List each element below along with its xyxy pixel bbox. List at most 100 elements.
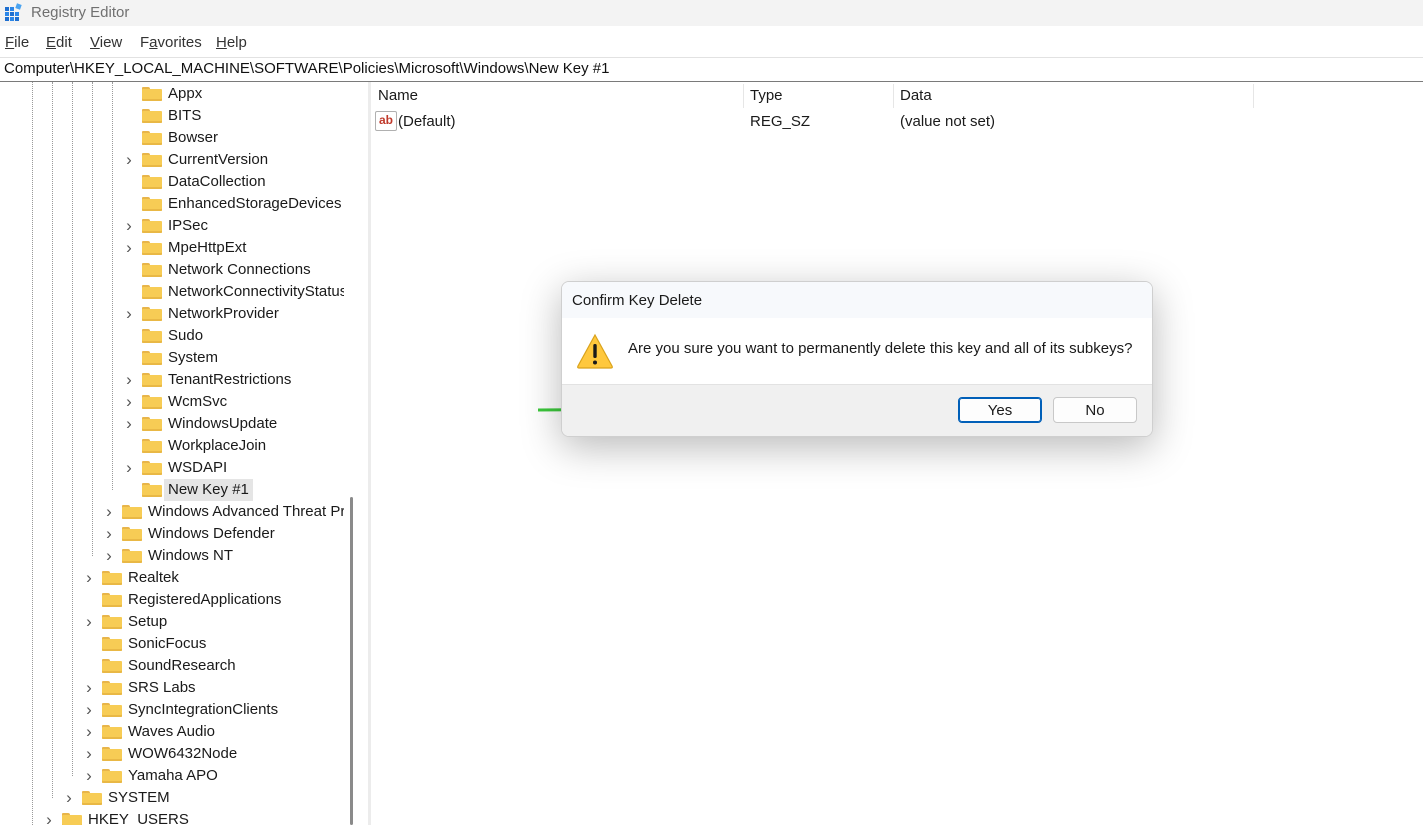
chevron-right-icon[interactable]: › xyxy=(103,523,115,545)
tree-item-label: EnhancedStorageDevices xyxy=(168,195,342,212)
address-path[interactable]: Computer\HKEY_LOCAL_MACHINE\SOFTWARE\Pol… xyxy=(4,60,609,77)
yes-button[interactable]: Yes xyxy=(958,397,1042,423)
chevron-right-icon[interactable]: › xyxy=(123,149,135,171)
folder-icon xyxy=(142,197,162,211)
folder-icon xyxy=(102,571,122,585)
chevron-right-icon[interactable]: › xyxy=(83,765,95,787)
tree-item-label: MpeHttpExt xyxy=(168,239,247,256)
tree-item-label: Yamaha APO xyxy=(128,767,218,784)
folder-icon xyxy=(142,461,162,475)
folder-icon xyxy=(142,109,162,123)
value-name: (Default) xyxy=(398,113,456,130)
folder-icon xyxy=(142,483,162,497)
folder-icon xyxy=(122,549,142,563)
chevron-right-icon[interactable]: › xyxy=(103,545,115,567)
folder-icon xyxy=(142,285,162,299)
tree-item-label: HKEY_USERS xyxy=(88,811,189,825)
tree-item-label: SYSTEM xyxy=(108,789,170,806)
menu-favorites[interactable]: Favorites xyxy=(140,34,202,51)
menu-view[interactable]: View xyxy=(90,34,122,51)
tree-item-label: NetworkConnectivityStatus xyxy=(168,283,344,300)
warning-icon xyxy=(577,333,613,369)
tree-item-label: Waves Audio xyxy=(128,723,215,740)
menu-help[interactable]: Help xyxy=(216,34,247,51)
column-divider[interactable] xyxy=(893,84,894,108)
folder-icon xyxy=(122,505,142,519)
tree-item-label: WindowsUpdate xyxy=(168,415,278,432)
chevron-right-icon[interactable]: › xyxy=(83,721,95,743)
registry-editor-icon xyxy=(5,3,22,21)
folder-icon xyxy=(142,153,162,167)
column-divider[interactable] xyxy=(1253,84,1254,108)
chevron-right-icon[interactable]: › xyxy=(83,611,95,633)
folder-icon xyxy=(102,593,122,607)
menu-file[interactable]: File xyxy=(5,34,29,51)
dialog-title-bar[interactable]: Confirm Key Delete xyxy=(562,282,1152,318)
column-header-type[interactable]: Type xyxy=(750,87,783,104)
tree-item-label: Windows Advanced Threat Pro xyxy=(148,503,344,520)
chevron-right-icon[interactable]: › xyxy=(83,567,95,589)
folder-icon xyxy=(102,725,122,739)
folder-icon xyxy=(142,131,162,145)
tree-item-label: Realtek xyxy=(128,569,179,586)
column-header-data[interactable]: Data xyxy=(900,87,932,104)
folder-icon xyxy=(142,219,162,233)
folder-icon xyxy=(142,87,162,101)
menu-bar: File Edit View Favorites Help xyxy=(0,31,1423,55)
folder-icon xyxy=(142,175,162,189)
tree-item-label: IPSec xyxy=(168,217,209,234)
chevron-right-icon[interactable]: › xyxy=(103,501,115,523)
tree-item-label: WorkplaceJoin xyxy=(168,437,267,454)
chevron-right-icon[interactable]: › xyxy=(63,787,75,809)
folder-icon xyxy=(142,263,162,277)
tree-item-label: Sudo xyxy=(168,327,204,344)
chevron-right-icon[interactable]: › xyxy=(123,237,135,259)
no-button[interactable]: No xyxy=(1053,397,1137,423)
chevron-right-icon[interactable]: › xyxy=(123,457,135,479)
chevron-right-icon[interactable]: › xyxy=(83,699,95,721)
column-header-name[interactable]: Name xyxy=(378,87,418,104)
chevron-right-icon[interactable]: › xyxy=(123,303,135,325)
chevron-right-icon[interactable]: › xyxy=(83,743,95,765)
chevron-right-icon[interactable]: › xyxy=(123,369,135,391)
folder-icon xyxy=(102,615,122,629)
chevron-right-icon[interactable]: › xyxy=(43,809,55,825)
tree-item-label: SyncIntegrationClients xyxy=(128,701,279,718)
folder-icon xyxy=(142,395,162,409)
tree-item-label: SoundResearch xyxy=(128,657,236,674)
folder-icon xyxy=(102,703,122,717)
dialog-title: Confirm Key Delete xyxy=(572,292,703,309)
value-data: (value not set) xyxy=(900,113,996,130)
tree-item-label: WcmSvc xyxy=(168,393,228,410)
tree-scrollbar-thumb[interactable] xyxy=(350,497,353,825)
folder-icon xyxy=(142,439,162,453)
address-bar[interactable]: Computer\HKEY_LOCAL_MACHINE\SOFTWARE\Pol… xyxy=(0,57,1423,82)
tree-item-label: NetworkProvider xyxy=(168,305,279,322)
key-tree[interactable]: Appx BITS Bowser › CurrentVersion DataCollect… xyxy=(0,82,344,825)
folder-icon xyxy=(82,791,102,805)
menu-edit[interactable]: Edit xyxy=(46,34,72,51)
chevron-right-icon[interactable]: › xyxy=(123,215,135,237)
values-list[interactable]: Name Type Data ab (Default) REG_SZ (valu… xyxy=(371,82,1423,825)
folder-icon xyxy=(142,351,162,365)
value-type: REG_SZ xyxy=(750,113,811,130)
chevron-right-icon[interactable]: › xyxy=(123,391,135,413)
confirm-delete-dialog: Confirm Key Delete Are you sure you want… xyxy=(561,281,1153,437)
chevron-right-icon[interactable]: › xyxy=(123,413,135,435)
tree-item-label: Bowser xyxy=(168,129,219,146)
folder-icon xyxy=(142,307,162,321)
folder-icon xyxy=(142,417,162,431)
tree-item-label: TenantRestrictions xyxy=(168,371,292,388)
folder-icon xyxy=(62,813,82,825)
folder-icon xyxy=(122,527,142,541)
tree-item-label: RegisteredApplications xyxy=(128,591,282,608)
tree-scrollbar[interactable] xyxy=(344,82,369,825)
folder-icon xyxy=(102,747,122,761)
tree-item-label: Windows NT xyxy=(148,547,234,564)
folder-icon xyxy=(142,373,162,387)
string-value-icon: ab xyxy=(375,111,397,131)
chevron-right-icon[interactable]: › xyxy=(83,677,95,699)
column-divider[interactable] xyxy=(743,84,744,108)
tree-item-label: CurrentVersion xyxy=(168,151,269,168)
tree-item-label: Network Connections xyxy=(168,261,311,278)
